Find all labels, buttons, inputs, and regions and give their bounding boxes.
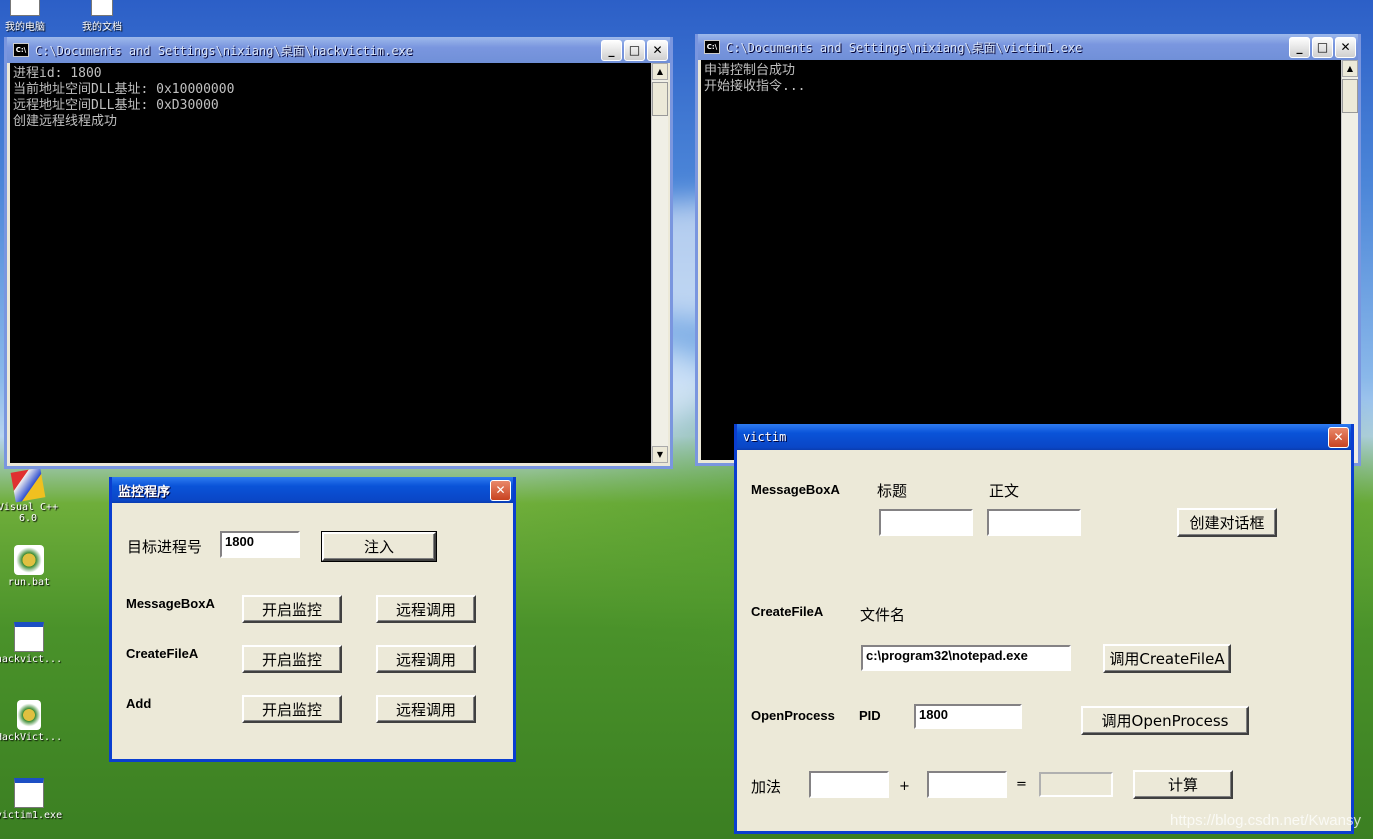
close-button[interactable]: ✕ <box>1328 426 1349 448</box>
desktop-icon-run-bat[interactable]: run.bat <box>0 545 69 588</box>
icon-label: hackvict... <box>0 654 63 665</box>
icon-label: 我的文档 <box>82 22 122 33</box>
document-icon <box>91 0 113 16</box>
console-line: 申请控制台成功 <box>704 63 796 78</box>
scroll-thumb[interactable] <box>1342 79 1358 113</box>
calculate-button[interactable]: 计算 <box>1133 770 1233 799</box>
close-button[interactable]: ✕ <box>647 39 668 61</box>
console-line: 创建远程线程成功 <box>13 114 118 129</box>
start-monitor-messageboxa-button[interactable]: 开启监控 <box>242 595 342 623</box>
icon-label: 我的电脑 <box>5 22 45 33</box>
api-label-createfilea: CreateFileA <box>126 646 199 661</box>
vertical-scrollbar[interactable]: ▲ <box>1341 60 1358 460</box>
console-window-hackvictim[interactable]: C:\ C:\Documents and Settings\nixiang\桌面… <box>4 37 673 469</box>
close-button[interactable]: ✕ <box>1335 36 1356 58</box>
api-label-messageboxa: MessageBoxA <box>126 596 215 611</box>
monitor-dialog[interactable]: 监控程序 ✕ 目标进程号 1800 注入 MessageBoxA 开启监控 远程… <box>109 477 516 762</box>
call-openprocess-button[interactable]: 调用OpenProcess <box>1081 706 1249 735</box>
body-label: 正文 <box>989 482 1020 500</box>
title-bar[interactable]: C:\ C:\Documents and Settings\nixiang\桌面… <box>7 37 670 63</box>
filename-input[interactable]: c:\program32\notepad.exe <box>861 645 1071 671</box>
scroll-up-arrow-icon[interactable]: ▲ <box>1342 60 1358 77</box>
title-bar[interactable]: C:\ C:\Documents and Settings\nixiang\桌面… <box>698 34 1358 60</box>
start-monitor-createfilea-button[interactable]: 开启监控 <box>242 645 342 673</box>
victim-dialog[interactable]: victim ✕ MessageBoxA 标题 正文 创建对话框 CreateF… <box>734 424 1354 834</box>
batch-file-icon <box>14 545 44 575</box>
start-monitor-add-button[interactable]: 开启监控 <box>242 695 342 723</box>
add-label: 加法 <box>751 778 782 796</box>
title-bar[interactable]: victim ✕ <box>737 424 1351 450</box>
icon-label: HackVict... <box>0 732 63 743</box>
window-title: C:\Documents and Settings\nixiang\桌面\vic… <box>726 40 1083 55</box>
console-line: 当前地址空间DLL基址: 0x10000000 <box>13 82 235 97</box>
scroll-down-arrow-icon[interactable]: ▼ <box>652 446 668 463</box>
pid-input[interactable]: 1800 <box>914 704 1022 729</box>
console-window-victim1[interactable]: C:\ C:\Documents and Settings\nixiang\桌面… <box>695 34 1361 466</box>
minimize-button[interactable]: _ <box>601 39 622 61</box>
console-line: 开始接收指令... <box>704 79 806 94</box>
remote-call-messageboxa-button[interactable]: 远程调用 <box>376 595 476 623</box>
filename-label: 文件名 <box>860 606 906 624</box>
console-icon: C:\ <box>13 43 29 57</box>
icon-label: run.bat <box>7 577 51 588</box>
maximize-button[interactable]: □ <box>1312 36 1333 58</box>
api-label-add: Add <box>126 696 152 711</box>
window-title: C:\Documents and Settings\nixiang\桌面\hac… <box>35 43 414 58</box>
console-line: 进程id: 1800 <box>13 66 102 81</box>
icon-label: Visual C++ 6.0 <box>0 502 59 524</box>
create-dialog-button[interactable]: 创建对话框 <box>1177 508 1277 537</box>
maximize-button[interactable]: □ <box>624 39 645 61</box>
desktop-icon-my-computer[interactable]: 我的电脑 <box>0 0 65 33</box>
program-window-icon <box>14 778 44 808</box>
messageboxa-label: MessageBoxA <box>751 482 840 497</box>
program-window-icon <box>14 622 44 652</box>
inject-button[interactable]: 注入 <box>321 531 437 562</box>
msgbox-title-input[interactable] <box>879 509 973 536</box>
msgbox-body-input[interactable] <box>987 509 1081 536</box>
scroll-thumb[interactable] <box>652 82 668 116</box>
call-createfilea-button[interactable]: 调用CreateFileA <box>1103 644 1231 673</box>
result-output <box>1039 772 1113 797</box>
watermark: https://blog.csdn.net/Kwansy <box>1170 812 1361 829</box>
desktop-icon-hackvictim-dll[interactable]: HackVict... <box>0 700 69 743</box>
window-title: victim <box>743 430 787 444</box>
gear-file-icon <box>17 700 41 730</box>
console-output: 申请控制台成功 开始接收指令... <box>701 60 1341 460</box>
createfilea-label: CreateFileA <box>751 604 824 619</box>
target-pid-input[interactable]: 1800 <box>220 531 300 558</box>
remote-call-createfilea-button[interactable]: 远程调用 <box>376 645 476 673</box>
addend-b-input[interactable] <box>927 771 1007 798</box>
addend-a-input[interactable] <box>809 771 889 798</box>
title-label: 标题 <box>877 482 908 500</box>
desktop-icon-hackvictim[interactable]: hackvict... <box>0 622 69 665</box>
remote-call-add-button[interactable]: 远程调用 <box>376 695 476 723</box>
icon-label: victim1.exe <box>0 810 63 821</box>
pid-label: PID <box>859 708 881 723</box>
title-bar[interactable]: 监控程序 ✕ <box>112 477 513 503</box>
openprocess-label: OpenProcess <box>751 708 835 723</box>
desktop-icon-my-documents[interactable]: 我的文档 <box>62 0 142 33</box>
scroll-up-arrow-icon[interactable]: ▲ <box>652 63 668 80</box>
close-button[interactable]: ✕ <box>490 479 511 501</box>
window-title: 监控程序 <box>118 484 171 500</box>
console-output: 进程id: 1800 当前地址空间DLL基址: 0x10000000 远程地址空间D… <box>10 63 651 463</box>
desktop-icon-victim1[interactable]: victim1.exe <box>0 778 69 821</box>
minimize-button[interactable]: _ <box>1289 36 1310 58</box>
console-icon: C:\ <box>704 40 720 54</box>
plus-sign: + <box>899 779 910 794</box>
computer-icon <box>10 0 40 16</box>
vertical-scrollbar[interactable]: ▲ ▼ <box>651 63 668 463</box>
visual-cpp-icon <box>10 467 46 503</box>
desktop-icon-visual-cpp[interactable]: Visual C++ 6.0 <box>0 467 68 524</box>
equals-sign: = <box>1016 777 1027 792</box>
console-line: 远程地址空间DLL基址: 0xD30000 <box>13 98 219 113</box>
target-pid-label: 目标进程号 <box>127 538 203 556</box>
